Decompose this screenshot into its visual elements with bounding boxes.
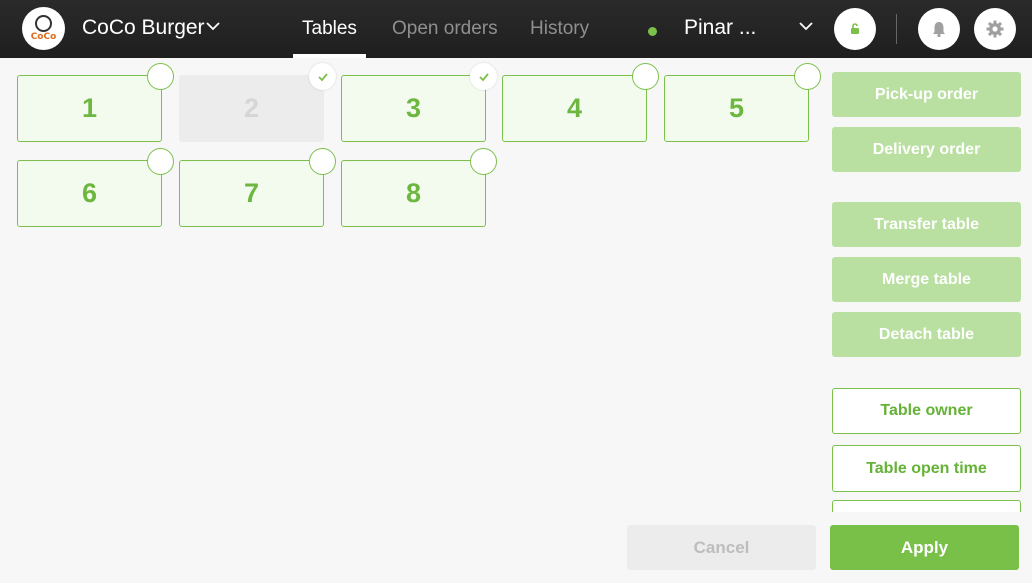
table-card[interactable]: 6: [17, 160, 162, 227]
store-name[interactable]: CoCo Burger: [82, 16, 205, 40]
clipped-action-button[interactable]: [832, 500, 1021, 512]
table-number: 7: [243, 178, 260, 208]
active-tab-indicator: [293, 54, 366, 58]
delivery-order-button[interactable]: Delivery order: [832, 127, 1021, 172]
table-card-disabled: 2: [179, 75, 324, 142]
logo-face-icon: [35, 15, 52, 32]
table-select-circle[interactable]: [794, 63, 821, 90]
detach-table-button[interactable]: Detach table: [832, 312, 1021, 357]
transfer-table-button[interactable]: Transfer table: [832, 202, 1021, 247]
apply-button[interactable]: Apply: [830, 525, 1019, 570]
header-divider: [896, 14, 897, 44]
tab-history[interactable]: History: [530, 18, 589, 40]
table-number: 1: [81, 93, 98, 123]
merge-table-button[interactable]: Merge table: [832, 257, 1021, 302]
table-card[interactable]: 8: [341, 160, 486, 227]
lock-button[interactable]: [834, 8, 876, 50]
table-open-time-button[interactable]: Table open time: [832, 445, 1021, 492]
table-selected-check[interactable]: [309, 63, 336, 90]
checkmark-icon: [478, 72, 489, 81]
table-select-circle[interactable]: [147, 63, 174, 90]
lock-icon: [851, 23, 859, 34]
table-card[interactable]: 7: [179, 160, 324, 227]
table-number: 3: [405, 93, 422, 123]
table-owner-button[interactable]: Table owner: [832, 388, 1021, 434]
table-select-circle[interactable]: [632, 63, 659, 90]
table-card[interactable]: 3: [341, 75, 486, 142]
top-bar: CoCo CoCo Burger Tables Open orders Hist…: [0, 0, 1032, 58]
checkmark-icon: [317, 72, 328, 81]
pickup-order-button[interactable]: Pick-up order: [832, 72, 1021, 117]
table-selected-check[interactable]: [470, 63, 497, 90]
table-card[interactable]: 5: [664, 75, 809, 142]
logo-text: CoCo: [30, 32, 57, 42]
table-number: 5: [728, 93, 745, 123]
settings-button[interactable]: [974, 8, 1016, 50]
table-number: 4: [566, 93, 583, 123]
table-number: 8: [405, 178, 422, 208]
notifications-button[interactable]: [918, 8, 960, 50]
cancel-button[interactable]: Cancel: [627, 525, 816, 570]
coco-logo[interactable]: CoCo: [22, 7, 65, 50]
bell-icon: [933, 22, 945, 38]
table-number: 2: [243, 93, 260, 123]
table-card[interactable]: 4: [502, 75, 647, 142]
table-select-circle[interactable]: [147, 148, 174, 175]
tab-open-orders[interactable]: Open orders: [392, 18, 498, 40]
table-select-circle[interactable]: [470, 148, 497, 175]
table-select-circle[interactable]: [309, 148, 336, 175]
user-chevron-down-icon[interactable]: [798, 18, 814, 34]
table-card[interactable]: 1: [17, 75, 162, 142]
chevron-down-icon[interactable]: [205, 18, 221, 34]
online-status-dot: [648, 27, 657, 36]
user-name[interactable]: Pinar ...: [684, 16, 756, 40]
table-number: 6: [81, 178, 98, 208]
tab-tables[interactable]: Tables: [302, 18, 357, 40]
gear-icon: [986, 20, 1004, 38]
